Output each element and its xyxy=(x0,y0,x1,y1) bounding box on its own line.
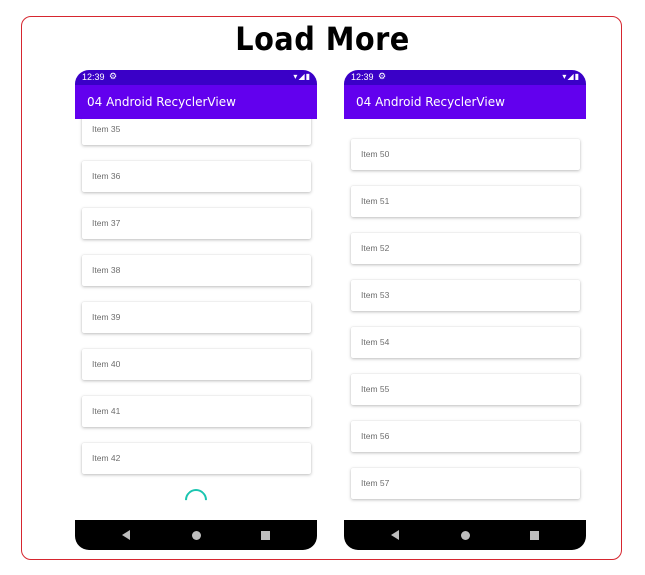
list-item[interactable]: Item 36 xyxy=(82,161,311,192)
list-item-label: Item 55 xyxy=(361,384,390,394)
status-bar: 12:39 ⚙ ▾◢▮ xyxy=(75,70,317,85)
list-item[interactable]: Item 53 xyxy=(351,280,580,311)
system-status-icons: ▾◢▮ xyxy=(293,72,311,81)
list-item-label: Item 50 xyxy=(361,149,390,159)
list-item[interactable]: Item 56 xyxy=(351,421,580,452)
list-item[interactable]: Item 40 xyxy=(82,349,311,380)
app-bar: 04 Android RecyclerView xyxy=(344,85,586,119)
recents-icon[interactable] xyxy=(261,531,270,540)
app-bar: 04 Android RecyclerView xyxy=(75,85,317,119)
back-icon[interactable] xyxy=(391,530,399,540)
signal-icon: ◢ xyxy=(567,72,575,81)
list-item-label: Item 36 xyxy=(92,171,121,181)
list-item[interactable]: Item 50 xyxy=(351,139,580,170)
gear-icon: ⚙ xyxy=(109,71,118,81)
status-bar: 12:39 ⚙ ▾◢▮ xyxy=(344,70,586,85)
list-item-label: Item 54 xyxy=(361,337,390,347)
right-phone-screen: 12:39 ⚙ ▾◢▮ 04 Android RecyclerView Item… xyxy=(344,70,586,550)
list-item-label: Item 41 xyxy=(92,406,121,416)
list-item-label: Item 39 xyxy=(92,312,121,322)
system-status-icons: ▾◢▮ xyxy=(562,72,580,81)
list-item[interactable]: Item 41 xyxy=(82,396,311,427)
list-item[interactable]: Item 37 xyxy=(82,208,311,239)
list-item[interactable]: Item 57 xyxy=(351,468,580,499)
list-item-label: Item 42 xyxy=(92,453,121,463)
navigation-bar xyxy=(75,520,317,550)
list-item[interactable]: Item 51 xyxy=(351,186,580,217)
page-title: Load More xyxy=(235,20,410,58)
status-time: 12:39 xyxy=(82,72,105,82)
list-item-label: Item 53 xyxy=(361,290,390,300)
left-phone-screen: 12:39 ⚙ ▾◢▮ 04 Android RecyclerView Item… xyxy=(75,70,317,550)
list-item[interactable]: Item 38 xyxy=(82,255,311,286)
list-item[interactable]: Item 55 xyxy=(351,374,580,405)
recycler-list[interactable]: Item 50 Item 51 Item 52 Item 53 Item 54 … xyxy=(344,119,586,520)
list-item-label: Item 37 xyxy=(92,218,121,228)
list-item-label: Item 52 xyxy=(361,243,390,253)
list-item-label: Item 51 xyxy=(361,196,390,206)
home-icon[interactable] xyxy=(192,531,201,540)
loading-spinner-icon xyxy=(180,484,212,516)
recycler-list[interactable]: Item 35 Item 36 Item 37 Item 38 Item 39 … xyxy=(75,119,317,520)
list-item[interactable]: Item 35 xyxy=(82,119,311,145)
list-item-label: Item 38 xyxy=(92,265,121,275)
recents-icon[interactable] xyxy=(530,531,539,540)
signal-icon: ◢ xyxy=(298,72,306,81)
list-item[interactable]: Item 39 xyxy=(82,302,311,333)
list-item-label: Item 35 xyxy=(92,124,121,134)
list-item-label: Item 57 xyxy=(361,478,390,488)
list-item[interactable]: Item 52 xyxy=(351,233,580,264)
back-icon[interactable] xyxy=(122,530,130,540)
list-item-label: Item 56 xyxy=(361,431,390,441)
app-title: 04 Android RecyclerView xyxy=(356,95,505,109)
app-title: 04 Android RecyclerView xyxy=(87,95,236,109)
status-time: 12:39 xyxy=(351,72,374,82)
navigation-bar xyxy=(344,520,586,550)
list-item[interactable]: Item 42 xyxy=(82,443,311,474)
battery-icon: ▮ xyxy=(574,72,580,81)
list-item[interactable]: Item 54 xyxy=(351,327,580,358)
home-icon[interactable] xyxy=(461,531,470,540)
list-item-label: Item 40 xyxy=(92,359,121,369)
gear-icon: ⚙ xyxy=(378,71,387,81)
battery-icon: ▮ xyxy=(305,72,311,81)
